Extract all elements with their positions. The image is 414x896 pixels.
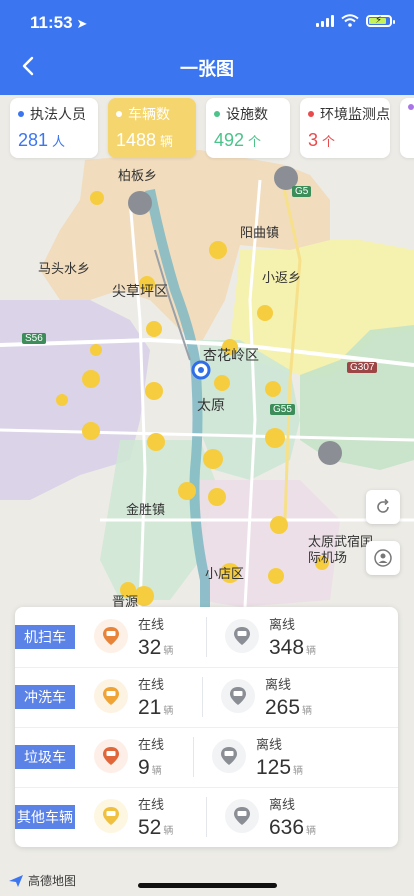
status-time: 11:53 ➤: [30, 13, 88, 32]
offline-count: 265: [265, 696, 301, 719]
unit-label: 辆: [151, 766, 162, 777]
road-shield: G307: [347, 362, 378, 373]
stat-label: 车辆数: [128, 106, 170, 122]
map-logo: 高德地图: [8, 872, 76, 889]
vehicle-row[interactable]: 垃圾车 在线 9辆 离线 125 辆: [15, 727, 398, 788]
offline-count: 125: [256, 756, 292, 779]
vehicle-offline-icon: [212, 739, 246, 773]
stat-card-facilities[interactable]: 设施数 492 个: [206, 98, 290, 158]
stat-label: 执法人员: [30, 106, 86, 122]
online-count: 52: [138, 816, 162, 839]
vehicle-online-icon: [94, 799, 128, 833]
vehicle-row[interactable]: 冲洗车 在线 21 辆 离线 265 辆: [15, 667, 398, 728]
stat-value: 492: [214, 130, 245, 150]
offline-label: 离线: [256, 737, 283, 752]
stat-label: 环境监测点: [320, 106, 390, 122]
unit-label: 辆: [163, 706, 174, 717]
divider: [202, 677, 203, 717]
stat-unit: 个: [322, 134, 336, 149]
offline-label: 离线: [265, 677, 292, 692]
map-label: 马头水乡: [38, 261, 91, 276]
vehicle-offline-icon: [225, 619, 259, 653]
vehicle-offline-icon: [221, 679, 255, 713]
battery-icon: ⚡: [366, 14, 395, 27]
map-label: 小返乡: [262, 270, 302, 285]
vehicle-offline-icon: [225, 799, 259, 833]
locate-user-button[interactable]: [366, 541, 400, 575]
road-shield: S56: [22, 333, 46, 344]
vehicle-row[interactable]: 其他车辆 在线 52 辆 离线 636 辆: [15, 787, 398, 847]
divider: [193, 737, 194, 777]
stat-card-monitoring[interactable]: 环境监测点 3个: [300, 98, 390, 158]
stat-dot: [116, 111, 122, 117]
online-label: 在线: [138, 677, 165, 692]
map-label: 太原: [197, 397, 225, 413]
online-label: 在线: [138, 797, 165, 812]
home-indicator[interactable]: [138, 883, 277, 888]
location-arrow-icon: ➤: [76, 16, 88, 31]
offline-count: 348: [269, 636, 305, 659]
stat-card-more[interactable]: [400, 98, 414, 158]
vehicle-type-label: 机扫车: [15, 625, 75, 649]
unit-label: 辆: [163, 826, 174, 837]
online-count: 32: [138, 636, 162, 659]
vehicle-type-label: 冲洗车: [15, 685, 75, 709]
stat-dot: [408, 104, 414, 110]
road-shield: G55: [270, 404, 295, 415]
stat-unit: 人: [52, 134, 66, 149]
divider: [206, 617, 207, 657]
unit-label: 辆: [306, 826, 317, 837]
unit-label: 辆: [306, 646, 317, 657]
stat-dot: [18, 111, 24, 117]
refresh-button[interactable]: [366, 490, 400, 524]
stat-dot: [214, 111, 220, 117]
map-label: 尖草坪区: [112, 283, 168, 299]
wifi-icon: [341, 14, 359, 27]
vehicle-type-label: 垃圾车: [15, 745, 75, 769]
stat-unit: 辆: [160, 134, 174, 149]
header-bar: 11:53 ➤ ⚡ 一张图: [0, 0, 414, 95]
stat-label: 设施数: [226, 106, 268, 122]
page-title: 一张图: [180, 59, 234, 79]
stat-value: 281: [18, 130, 49, 150]
unit-label: 辆: [302, 706, 313, 717]
unit-label: 辆: [293, 766, 304, 777]
vehicle-row[interactable]: 机扫车 在线 32 辆 离线 348 辆: [15, 607, 398, 668]
divider: [206, 797, 207, 837]
vehicle-type-label: 其他车辆: [15, 805, 75, 829]
map-label: 阳曲镇: [240, 225, 280, 240]
status-icons: ⚡: [316, 14, 395, 27]
offline-label: 离线: [269, 797, 296, 812]
online-label: 在线: [138, 737, 165, 752]
online-label: 在线: [138, 617, 165, 632]
refresh-icon: [377, 498, 389, 513]
offline-count: 636: [269, 816, 305, 839]
stat-card-staff[interactable]: 执法人员 281 人: [10, 98, 98, 158]
map-logo-text: 高德地图: [28, 874, 77, 888]
vehicle-online-icon: [94, 619, 128, 653]
map-label: 小店区: [205, 566, 245, 581]
user-location-icon: [374, 549, 392, 567]
amap-logo-icon: [9, 874, 23, 887]
stats-tabs: 执法人员 281 人 车辆数 1488 辆 设施数 492 个 环境监测点 3个: [0, 98, 414, 158]
online-count: 21: [138, 696, 162, 719]
map-label: 金胜镇: [126, 502, 166, 517]
vehicle-status-panel: 机扫车 在线 32 辆 离线 348 辆 冲洗车 在线 21 辆 离线 265 辆 垃圾…: [15, 607, 398, 847]
map-label: 柏板乡: [118, 168, 158, 183]
signal-icon: [316, 14, 334, 27]
online-count: 9: [138, 756, 150, 779]
stat-card-vehicles[interactable]: 车辆数 1488 辆: [108, 98, 196, 158]
stat-value: 3: [308, 130, 319, 150]
map-label: 杏花岭区: [203, 347, 259, 363]
stat-value: 1488: [116, 130, 157, 150]
road-shield: G5: [292, 186, 312, 197]
stat-dot: [308, 111, 314, 117]
vehicle-online-icon: [94, 679, 128, 713]
offline-label: 离线: [269, 617, 296, 632]
vehicle-online-icon: [94, 739, 128, 773]
stat-unit: 个: [248, 134, 262, 149]
unit-label: 辆: [163, 646, 174, 657]
